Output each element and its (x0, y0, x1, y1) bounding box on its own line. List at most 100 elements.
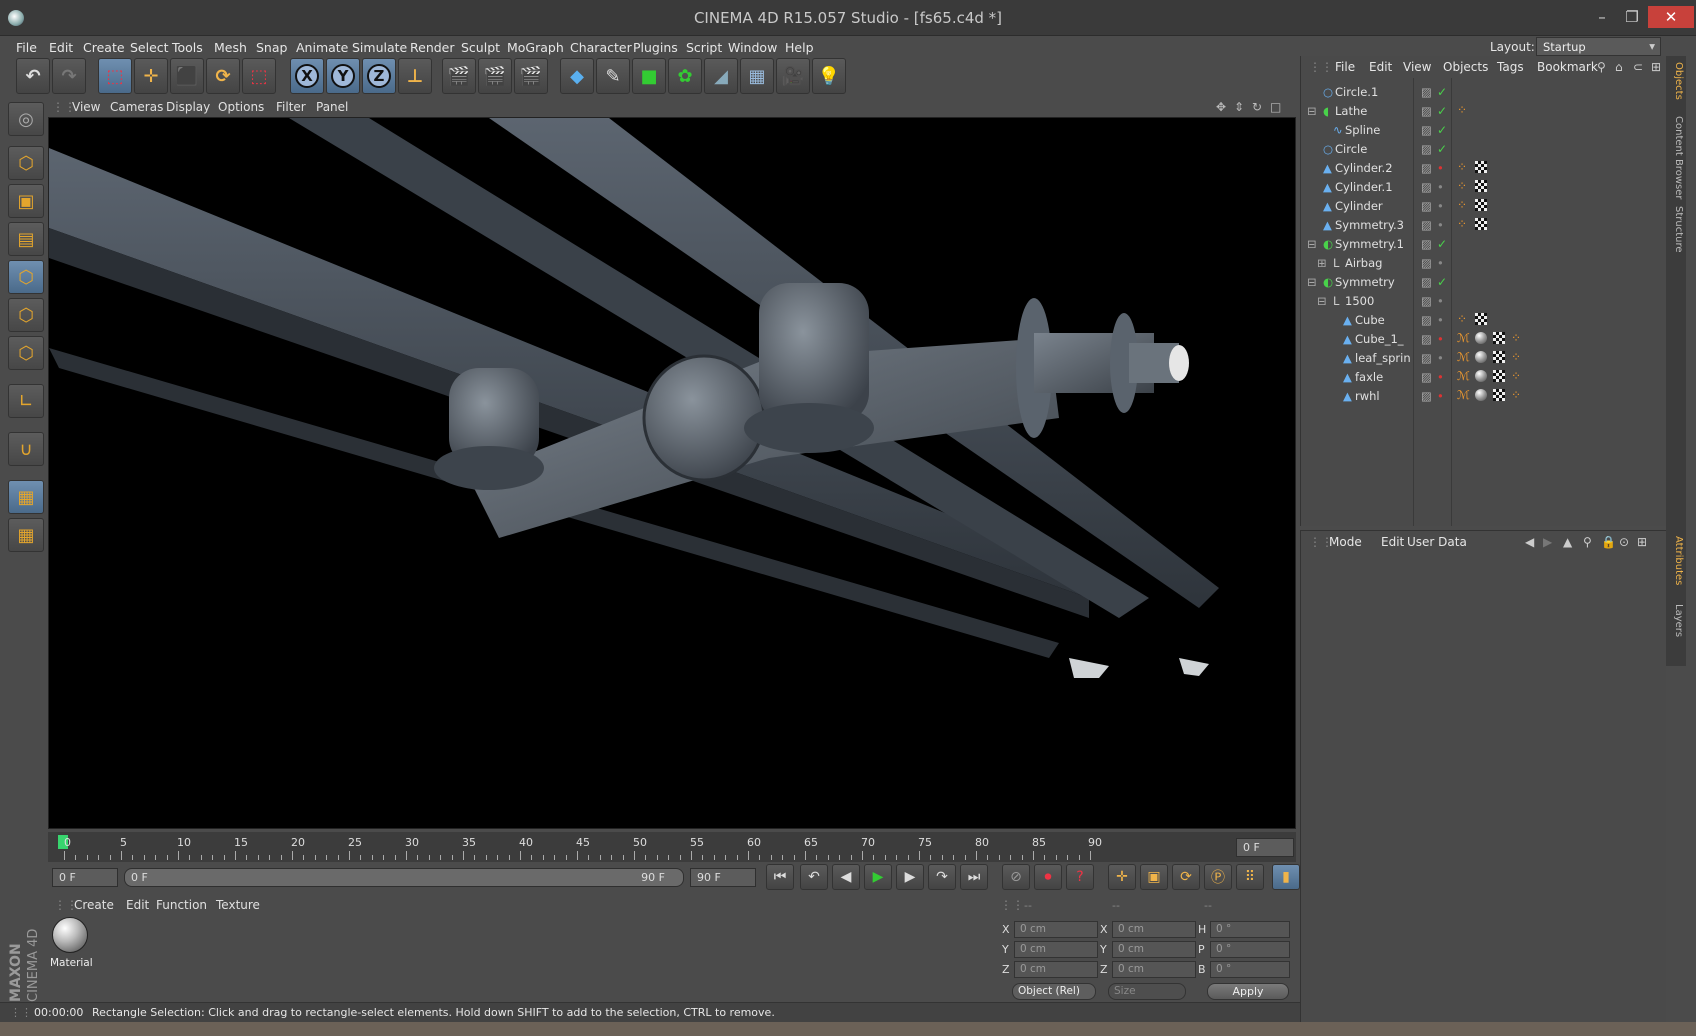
array-icon[interactable]: ✿ (668, 58, 702, 94)
live-selection-icon[interactable]: ⬚ (98, 58, 132, 94)
size-mode-select[interactable]: Size (1108, 983, 1186, 1000)
tab-attributes[interactable]: Attributes (1668, 536, 1684, 585)
menu-help[interactable]: Help (785, 40, 814, 55)
material-tag-icon[interactable] (1475, 351, 1487, 363)
material-swatch[interactable]: Material (48, 915, 93, 971)
lock-icon[interactable]: 🔒 (1601, 535, 1616, 549)
timeline-window-icon[interactable]: ▮ (1272, 864, 1300, 890)
phong-tag-icon[interactable]: ⁘ (1457, 313, 1469, 325)
object-row[interactable]: ▲ Cube ▨ • ⁘ (1301, 310, 1667, 330)
status-dot-icon[interactable]: • (1437, 389, 1449, 403)
objects-menu-bookmark[interactable]: Bookmark (1537, 60, 1598, 74)
phong-tag-icon[interactable]: ⁘ (1457, 218, 1469, 230)
rot-h-field[interactable]: 0 ° (1210, 921, 1290, 938)
render-picture-viewer-icon[interactable]: 🎬 (478, 58, 512, 94)
rot-p-field[interactable]: 0 ° (1210, 941, 1290, 958)
menu-tools[interactable]: Tools (172, 40, 203, 55)
status-dot-icon[interactable]: • (1437, 199, 1449, 213)
menu-mesh[interactable]: Mesh (214, 40, 247, 55)
x-axis-icon[interactable]: X (290, 58, 324, 94)
layout-select[interactable]: Startup (1536, 37, 1661, 56)
menu-sculpt[interactable]: Sculpt (461, 40, 500, 55)
texture-mode-icon[interactable]: ▣ (8, 184, 44, 218)
attributes-menu-edit[interactable]: Edit (1381, 535, 1404, 549)
tab-layers[interactable]: Layers (1668, 604, 1684, 637)
y-axis-icon[interactable]: Y (326, 58, 360, 94)
phong-tag-icon[interactable]: ⁘ (1511, 351, 1523, 363)
enabled-check-icon[interactable]: ✓ (1437, 237, 1449, 251)
start-frame-field[interactable]: 0 F (52, 868, 118, 887)
texture-tag-icon[interactable] (1475, 313, 1487, 325)
object-row[interactable]: ⊞ L Airbag ▨ • (1301, 253, 1667, 273)
uvw-tag-icon[interactable]: ℳ (1457, 332, 1470, 344)
object-row[interactable]: ▲ faxle ▨ • ℳ ⁘ (1301, 367, 1667, 387)
go-to-start-icon[interactable]: ⏮ (766, 864, 794, 890)
menu-animate[interactable]: Animate (296, 40, 348, 55)
end-frame-field[interactable]: 90 F (690, 868, 756, 887)
undo-icon[interactable]: ↶ (16, 58, 50, 94)
object-row[interactable]: ⊟ ◖ Lathe ▨ ✓ ⁘ (1301, 101, 1667, 121)
status-dot-icon[interactable]: • (1437, 370, 1449, 384)
objects-menu-view[interactable]: View (1403, 60, 1431, 74)
collapse-icon[interactable]: ⊟ (1317, 294, 1329, 308)
spline-pen-icon[interactable]: ✎ (596, 58, 630, 94)
size-z-field[interactable]: 0 cm (1112, 961, 1196, 978)
menu-mograph[interactable]: MoGraph (507, 40, 564, 55)
viewport-menu-options[interactable]: Options (218, 100, 264, 114)
viewport-rotate-icon[interactable]: ↻ (1252, 100, 1262, 114)
object-row[interactable]: ▲ Cube_1_ ▨ • ℳ ⁘ (1301, 329, 1667, 349)
enabled-check-icon[interactable]: ✓ (1437, 85, 1449, 99)
object-row[interactable]: ⊟ L 1500 ▨ • (1301, 291, 1667, 311)
key-position-icon[interactable]: ✛ (1108, 864, 1136, 890)
apply-button[interactable]: Apply (1207, 983, 1289, 1000)
scale-icon[interactable]: ⬛ (170, 58, 204, 94)
enabled-check-icon[interactable]: ✓ (1437, 142, 1449, 156)
status-dot-icon[interactable]: • (1437, 351, 1449, 365)
keyframe-selection-icon[interactable]: ? (1066, 864, 1094, 890)
back-arrow-icon[interactable]: ◀ (1525, 535, 1534, 549)
status-dot-icon[interactable]: • (1437, 218, 1449, 232)
texture-tag-icon[interactable] (1475, 199, 1487, 211)
phong-tag-icon[interactable]: ⁘ (1457, 161, 1469, 173)
rot-b-field[interactable]: 0 ° (1210, 961, 1290, 978)
viewport-menu-view[interactable]: View (72, 100, 100, 114)
expand-icon[interactable]: ⊞ (1317, 256, 1329, 270)
collapse-icon[interactable]: ⊟ (1307, 104, 1319, 118)
viewport-move-icon[interactable]: ✥ (1216, 100, 1226, 114)
collapse-icon[interactable]: ⊟ (1307, 275, 1319, 289)
object-row[interactable]: ⊟ ◐ Symmetry.1 ▨ ✓ (1301, 234, 1667, 254)
material-menu-function[interactable]: Function (156, 898, 207, 912)
uvw-tag-icon[interactable]: ℳ (1457, 370, 1470, 382)
panel-grip-icon[interactable]: ⋮⋮ (1000, 898, 1024, 912)
object-row[interactable]: ▲ Symmetry.3 ▨ • ⁘ (1301, 215, 1667, 235)
size-x-field[interactable]: 0 cm (1112, 921, 1196, 938)
objects-menu-file[interactable]: File (1335, 60, 1355, 74)
workplane-icon[interactable]: ▤ (8, 222, 44, 256)
menu-render[interactable]: Render (410, 40, 455, 55)
snap-magnet-icon[interactable]: ∪ (8, 432, 44, 466)
pos-y-field[interactable]: 0 cm (1014, 941, 1098, 958)
uvw-tag-icon[interactable]: ℳ (1457, 351, 1470, 363)
enabled-check-icon[interactable]: ✓ (1437, 104, 1449, 118)
objects-menu-objects[interactable]: Objects (1443, 60, 1488, 74)
object-row[interactable]: ▲ Cylinder.1 ▨ • ⁘ (1301, 177, 1667, 197)
selection-tool-icon[interactable]: ⬚ (242, 58, 276, 94)
3d-viewport[interactable] (48, 117, 1296, 829)
cube-object-icon[interactable]: ◆ (560, 58, 594, 94)
key-parameter-icon[interactable]: Ⓟ (1204, 864, 1232, 890)
menu-create[interactable]: Create (83, 40, 125, 55)
menu-file[interactable]: File (16, 40, 37, 55)
status-dot-icon[interactable]: • (1437, 332, 1449, 346)
menu-edit[interactable]: Edit (49, 40, 73, 55)
current-frame-field[interactable]: 0 F (1236, 838, 1294, 857)
phong-tag-icon[interactable]: ⁘ (1457, 199, 1469, 211)
workplane-lock-icon[interactable]: ▦ (8, 480, 44, 514)
points-mode-icon[interactable]: ⬡ (8, 260, 44, 294)
up-arrow-icon[interactable]: ▲ (1563, 535, 1572, 549)
search-icon[interactable]: ⚲ (1583, 535, 1592, 549)
render-view-icon[interactable]: 🎬 (442, 58, 476, 94)
settings-icon[interactable]: ⊙ (1619, 535, 1629, 549)
texture-tag-icon[interactable] (1475, 180, 1487, 192)
link-icon[interactable]: ⊂ (1633, 60, 1643, 74)
texture-tag-icon[interactable] (1475, 218, 1487, 230)
